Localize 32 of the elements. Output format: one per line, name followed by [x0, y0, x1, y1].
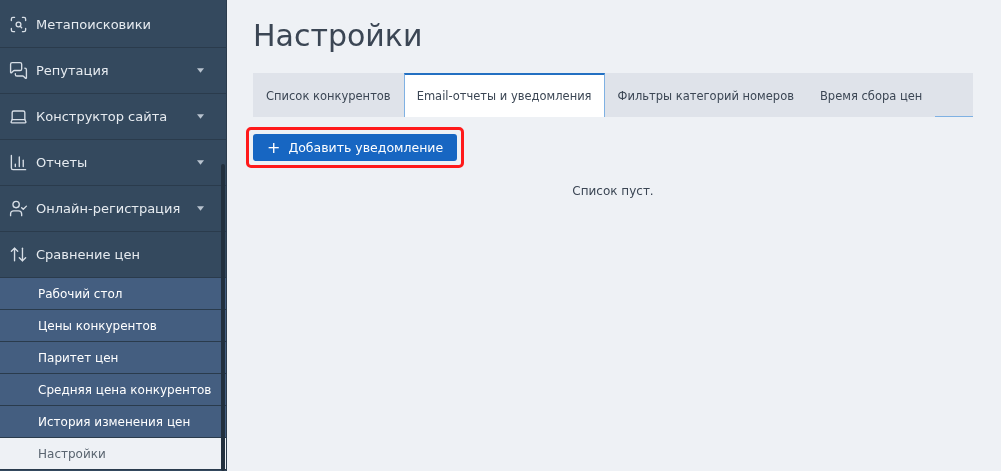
- laptop-icon: [9, 107, 28, 126]
- button-label: Добавить уведомление: [288, 140, 444, 155]
- nav-label: Сравнение цен: [36, 247, 141, 262]
- nav-item[interactable]: Метапоисковики: [0, 2, 226, 48]
- tab[interactable]: Email-отчеты и уведомления: [403, 73, 605, 117]
- nav-label: Отчеты: [36, 155, 89, 170]
- chat-icon: [9, 61, 28, 80]
- submenu-item[interactable]: Средняя цена конкурентов: [0, 374, 226, 406]
- empty-message: Список пуст.: [571, 184, 655, 198]
- search-icon: [9, 15, 28, 34]
- nav-item[interactable]: Репутация: [0, 48, 226, 94]
- tab[interactable]: Список конкурентов: [253, 73, 404, 117]
- submenu-item[interactable]: Цены конкурентов: [0, 310, 226, 342]
- submenu-item[interactable]: История изменения цен: [0, 406, 226, 438]
- nav-label: Онлайн-регистрация: [36, 201, 182, 216]
- tab[interactable]: Фильтры категорий номеров: [604, 73, 807, 117]
- page-title: Настройки: [253, 18, 424, 53]
- tab[interactable]: Время сбора цен: [806, 73, 936, 117]
- tab-bar-background: [935, 73, 973, 116]
- plus-icon: +: [267, 140, 281, 155]
- user-check-icon: [9, 199, 28, 218]
- add-notification-button[interactable]: + Добавить уведомление: [253, 134, 458, 161]
- nav-label: Репутация: [36, 63, 110, 78]
- arrows-icon: [9, 245, 28, 264]
- nav-label: Метапоисковики: [36, 17, 153, 32]
- scrollbar[interactable]: [221, 164, 225, 471]
- chart-icon: [9, 153, 28, 172]
- submenu-item[interactable]: Паритет цен: [0, 342, 226, 374]
- nav-label: Конструктор сайта: [36, 109, 169, 124]
- submenu-item[interactable]: Настройки: [0, 438, 226, 470]
- submenu-item[interactable]: Рабочий стол: [0, 278, 226, 310]
- nav-item[interactable]: Конструктор сайта: [0, 94, 226, 140]
